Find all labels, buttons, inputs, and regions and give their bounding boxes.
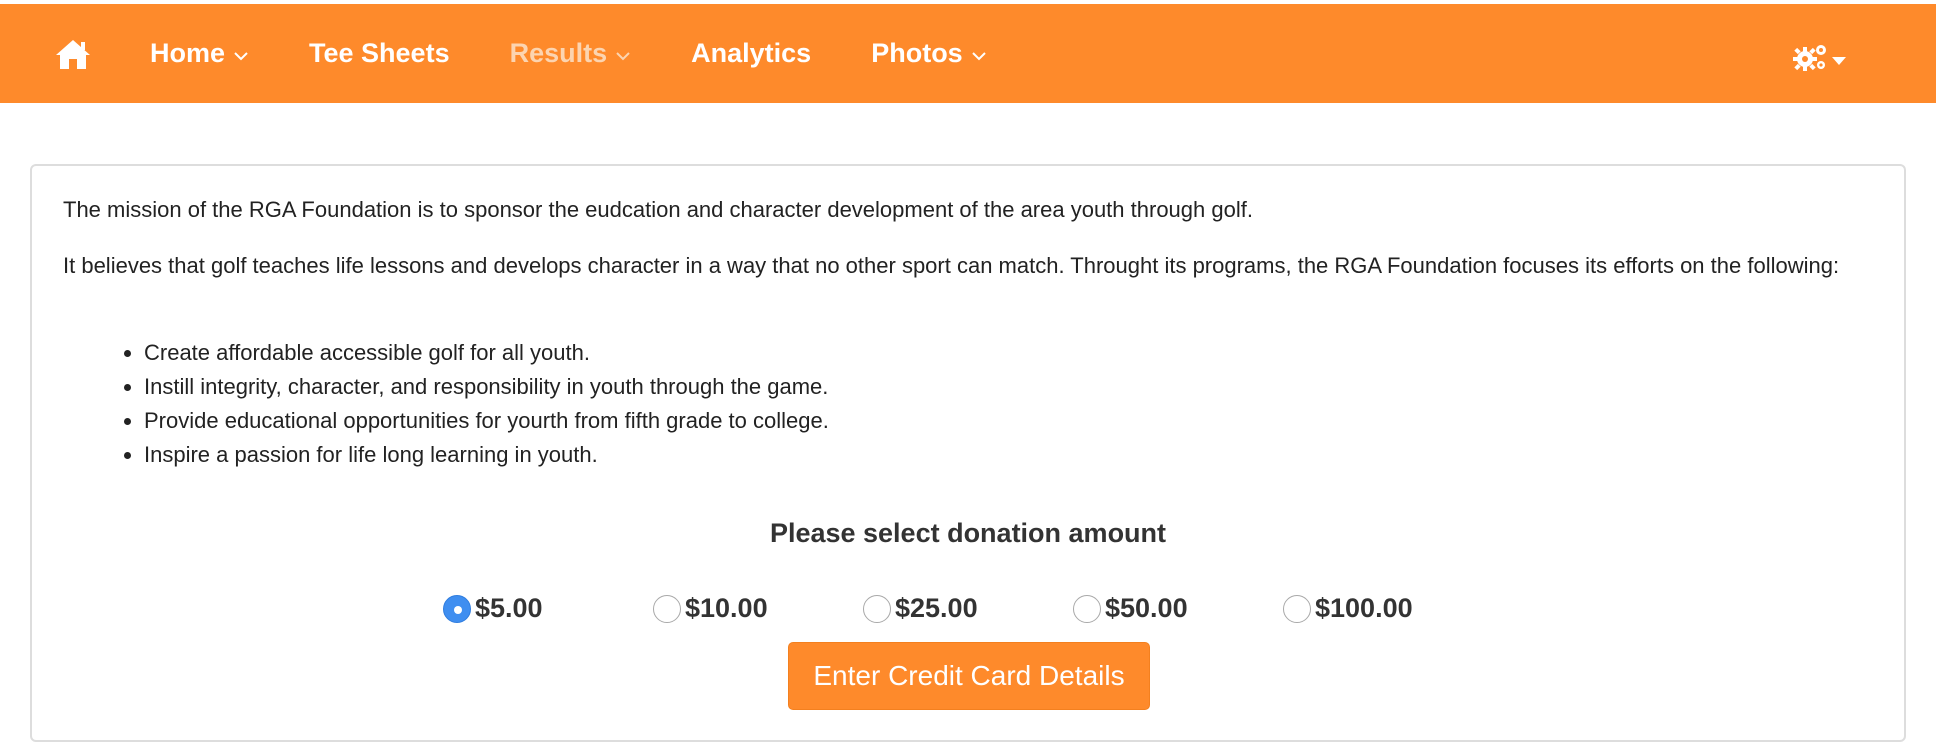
- amount-label: $5.00: [475, 593, 543, 623]
- list-item: Provide educational opportunities for yo…: [144, 404, 829, 438]
- amount-option-100[interactable]: $100.00: [1283, 593, 1413, 624]
- nav-item-label: Photos: [871, 38, 963, 68]
- nav-item-tee-sheets[interactable]: Tee Sheets: [309, 38, 450, 69]
- settings-menu[interactable]: [1793, 42, 1847, 72]
- top-navbar: Home Tee Sheets Results Analytics Photos: [0, 0, 1936, 103]
- nav-item-label: Home: [150, 38, 226, 68]
- amount-label: $100.00: [1315, 593, 1413, 623]
- mission-text: The mission of the RGA Foundation is to …: [63, 197, 1253, 222]
- nav-item-home[interactable]: Home: [150, 38, 249, 69]
- amount-label: $10.00: [685, 593, 768, 623]
- amount-radio[interactable]: [863, 594, 891, 623]
- amount-radio[interactable]: [653, 594, 681, 623]
- enter-credit-card-button[interactable]: Enter Credit Card Details: [788, 642, 1150, 710]
- nav-item-results[interactable]: Results: [510, 38, 632, 69]
- amount-radio[interactable]: [1283, 594, 1311, 623]
- donation-amount-options: $5.00 $10.00 $25.00 $50.00 $100.00: [32, 593, 1904, 627]
- amount-option-10[interactable]: $10.00: [653, 593, 768, 624]
- donation-panel: The mission of the RGA Foundation is to …: [30, 164, 1906, 742]
- home-icon[interactable]: [55, 38, 91, 70]
- amount-option-25[interactable]: $25.00: [863, 593, 978, 624]
- amount-label: $50.00: [1105, 593, 1188, 623]
- donation-title: Please select donation amount: [769, 518, 1167, 548]
- list-item: Inspire a passion for life long learning…: [144, 438, 829, 472]
- nav-menu: Home Tee Sheets Results Analytics Photos: [150, 4, 1047, 103]
- chevron-down-icon: [971, 51, 986, 60]
- chevron-down-icon: [234, 51, 248, 60]
- amount-label: $25.00: [895, 593, 978, 623]
- list-item: Instill integrity, character, and respon…: [144, 370, 829, 404]
- list-item: Create affordable accessible golf for al…: [144, 336, 829, 370]
- chevron-down-icon: [616, 51, 630, 60]
- nav-item-analytics[interactable]: Analytics: [691, 38, 811, 69]
- focus-list: Create affordable accessible golf for al…: [63, 336, 829, 472]
- amount-radio[interactable]: [443, 594, 471, 623]
- amount-option-50[interactable]: $50.00: [1073, 593, 1188, 624]
- nav-item-label: Tee Sheets: [309, 38, 450, 68]
- amount-radio[interactable]: [1073, 594, 1101, 623]
- nav-item-label: Analytics: [691, 38, 812, 68]
- nav-item-photos[interactable]: Photos: [871, 38, 987, 69]
- caret-down-icon: [1832, 57, 1846, 65]
- nav-item-label: Results: [509, 38, 608, 68]
- gears-icon: [1793, 45, 1826, 71]
- amount-option-5[interactable]: $5.00: [443, 593, 543, 624]
- belief-text: It believes that golf teaches life lesso…: [63, 253, 1840, 278]
